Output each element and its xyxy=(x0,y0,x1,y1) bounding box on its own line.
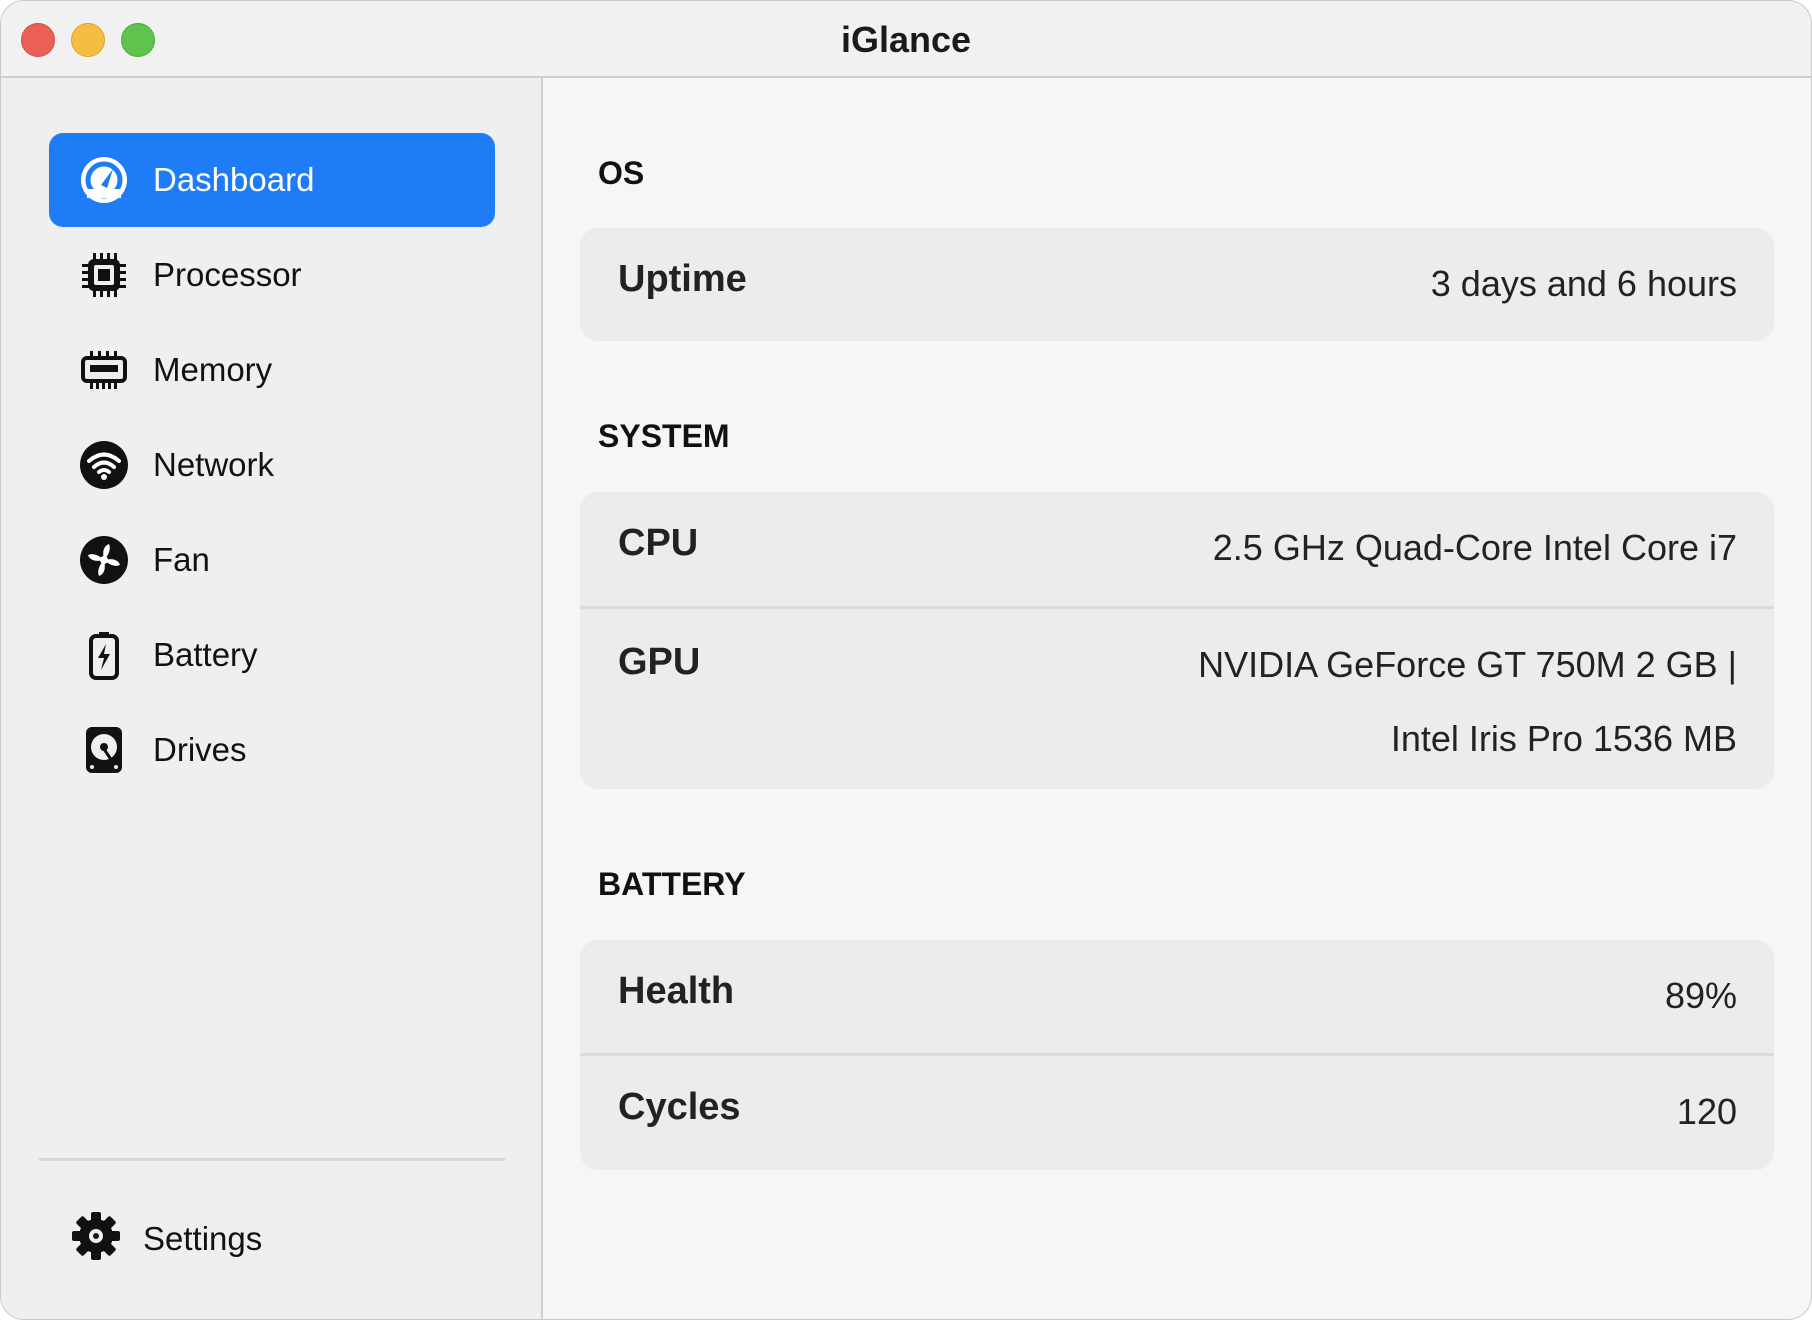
gpu-value-line2: Intel Iris Pro 1536 MB xyxy=(1390,718,1737,759)
wifi-icon xyxy=(80,441,128,489)
sidebar-item-drives[interactable]: Drives xyxy=(49,703,495,797)
table-row: Health 89% xyxy=(580,940,1774,1056)
sidebar-item-memory[interactable]: Memory xyxy=(49,323,495,417)
sidebar-item-label: Dashboard xyxy=(153,161,315,198)
health-value: 89% xyxy=(1664,975,1737,1016)
processor-chip-icon xyxy=(82,253,126,297)
sidebar-item-label: Battery xyxy=(153,636,258,673)
fan-icon xyxy=(80,536,128,584)
sidebar-item-label: Memory xyxy=(153,351,273,388)
drive-icon xyxy=(86,727,122,773)
sidebar-item-label: Drives xyxy=(153,731,247,768)
battery-card: Health 89% Cycles 120 xyxy=(580,940,1774,1170)
section-title-system: SYSTEM xyxy=(598,418,730,454)
gear-icon xyxy=(72,1212,120,1260)
section-title-battery: BATTERY xyxy=(598,866,746,902)
titlebar: iGlance xyxy=(1,1,1811,78)
dashboard-content: OS Uptime 3 days and 6 hours SYSTEM CPU … xyxy=(543,78,1811,1319)
gpu-value-line1: NVIDIA GeForce GT 750M 2 GB | xyxy=(1198,644,1737,685)
window-title: iGlance xyxy=(840,19,972,60)
sidebar-item-processor[interactable]: Processor xyxy=(49,228,495,322)
sidebar-item-label: Network xyxy=(153,446,275,483)
section-title-os: OS xyxy=(598,155,645,191)
uptime-value: 3 days and 6 hours xyxy=(1430,263,1737,304)
sidebar-item-label: Processor xyxy=(153,256,302,293)
memory-ram-icon xyxy=(81,351,127,389)
cpu-label: CPU xyxy=(618,522,699,564)
cycles-label: Cycles xyxy=(618,1086,741,1128)
health-label: Health xyxy=(618,970,735,1012)
table-row: Cycles 120 xyxy=(580,1056,1774,1170)
os-card: Uptime 3 days and 6 hours xyxy=(580,228,1774,341)
dashboard-gauge-icon xyxy=(81,157,127,203)
sidebar-item-label: Fan xyxy=(153,541,210,578)
table-row: Uptime 3 days and 6 hours xyxy=(580,228,1774,341)
sidebar-divider xyxy=(39,1158,505,1161)
system-card: CPU 2.5 GHz Quad-Core Intel Core i7 GPU … xyxy=(580,492,1774,789)
settings-button[interactable]: Settings xyxy=(61,1193,361,1283)
sidebar-item-network[interactable]: Network xyxy=(49,418,495,512)
cycles-value: 120 xyxy=(1676,1091,1737,1132)
sidebar: Dashboard Processor Memory Network Fan B… xyxy=(1,78,543,1319)
table-row: CPU 2.5 GHz Quad-Core Intel Core i7 xyxy=(580,492,1774,609)
settings-label: Settings xyxy=(143,1220,263,1257)
sidebar-item-dashboard[interactable]: Dashboard xyxy=(49,133,495,227)
sidebar-item-fan[interactable]: Fan xyxy=(49,513,495,607)
app-window: iGlance Dashboard Processor Memory Netwo… xyxy=(0,0,1812,1320)
uptime-label: Uptime xyxy=(618,258,747,300)
cpu-value: 2.5 GHz Quad-Core Intel Core i7 xyxy=(1212,527,1737,568)
sidebar-item-battery[interactable]: Battery xyxy=(49,608,495,702)
table-row: GPU NVIDIA GeForce GT 750M 2 GB | Intel … xyxy=(580,609,1774,789)
gpu-label: GPU xyxy=(618,641,701,683)
battery-icon xyxy=(89,632,119,680)
